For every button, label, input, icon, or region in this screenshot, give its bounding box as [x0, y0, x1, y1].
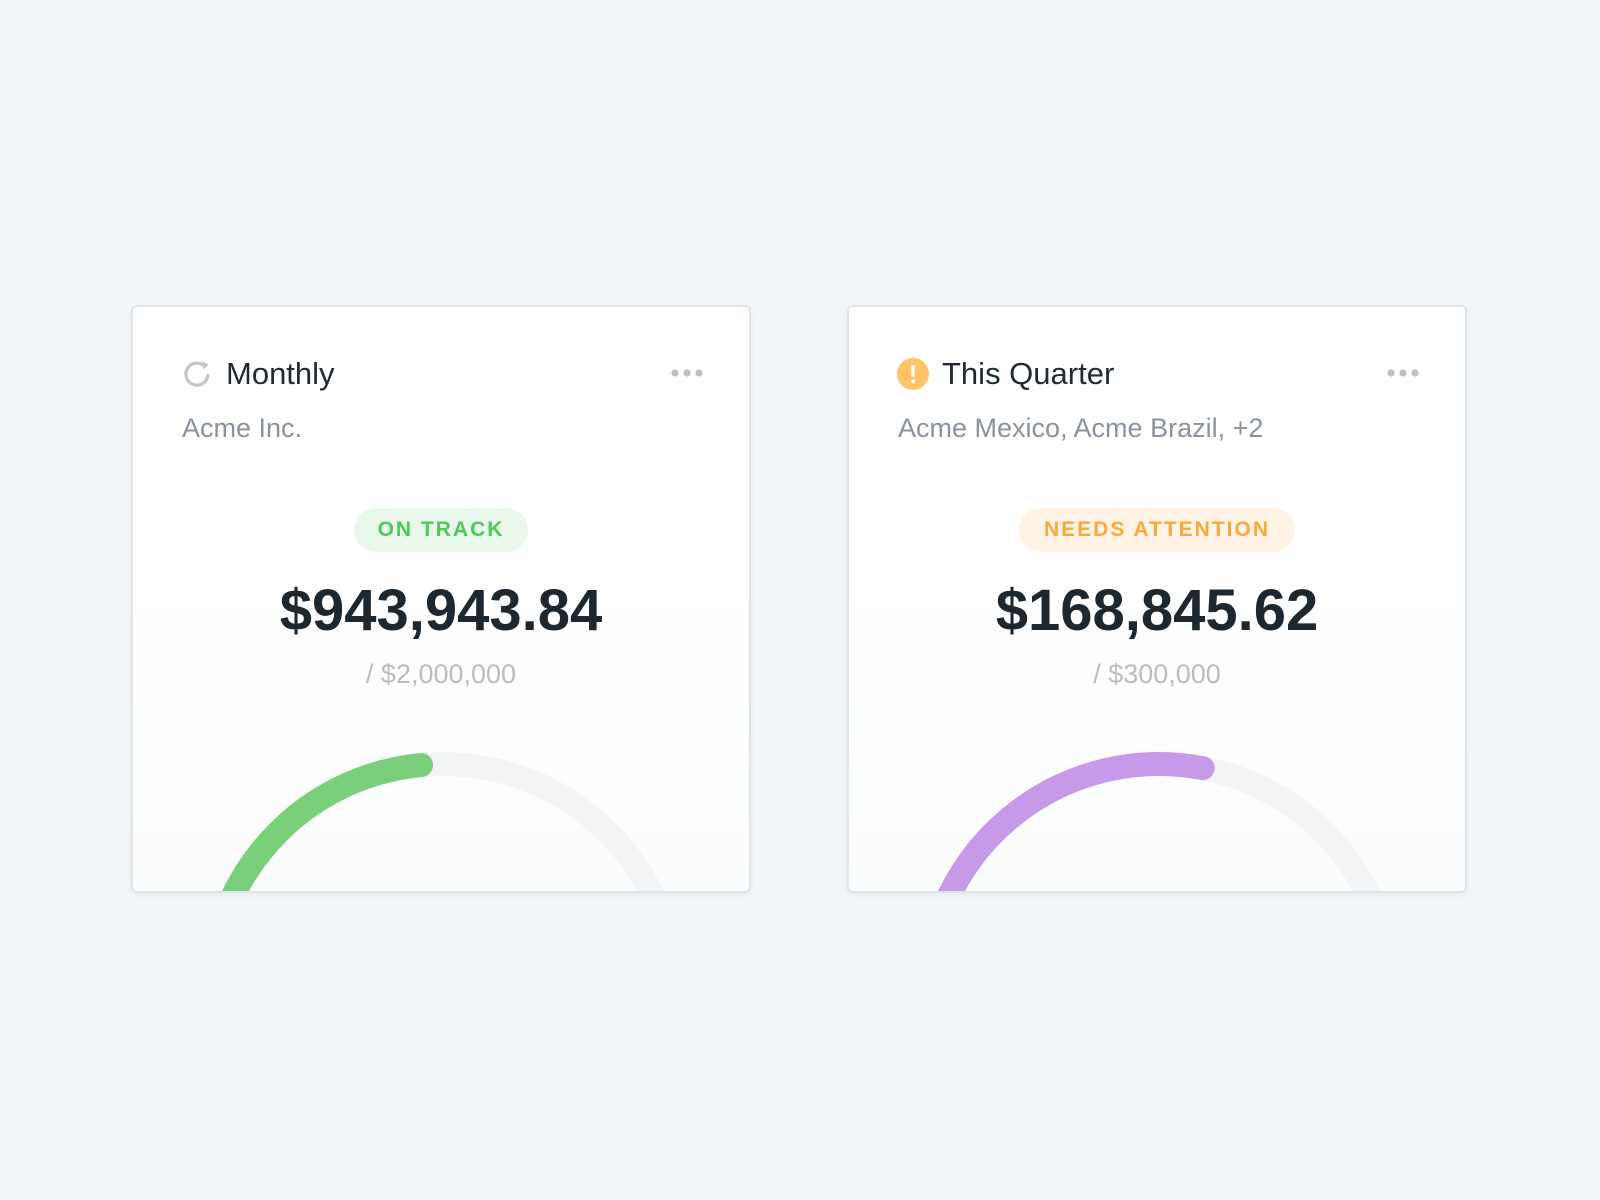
amount-value: $943,943.84 [279, 578, 603, 643]
goal-card-this-quarter[interactable]: This Quarter Acme Mexico, Acme Brazil, +… [847, 305, 1467, 893]
status-badge: ON TRACK [354, 508, 528, 552]
amount-value: $168,845.62 [995, 578, 1319, 643]
gauge-progress-arc [222, 753, 434, 891]
gauge-track [222, 752, 664, 891]
card-title: This Quarter [942, 356, 1115, 391]
more-options-icon[interactable] [1383, 355, 1423, 391]
target-value: / $2,000,000 [365, 659, 517, 689]
target-value: / $300,000 [1093, 659, 1221, 689]
gauge-track [938, 752, 1380, 891]
gauge-progress-arc [938, 752, 1215, 891]
goal-card-monthly[interactable]: Monthly Acme Inc. ON TRACK $943,943.84 /… [131, 305, 751, 893]
refresh-icon [180, 357, 214, 391]
status-badge: NEEDS ATTENTION [1019, 508, 1295, 552]
alert-circle-icon [896, 357, 930, 391]
card-title: Monthly [226, 356, 335, 391]
card-subtitle: Acme Inc. [182, 413, 303, 443]
more-options-icon[interactable] [667, 355, 707, 391]
card-subtitle: Acme Mexico, Acme Brazil, +2 [898, 413, 1264, 443]
